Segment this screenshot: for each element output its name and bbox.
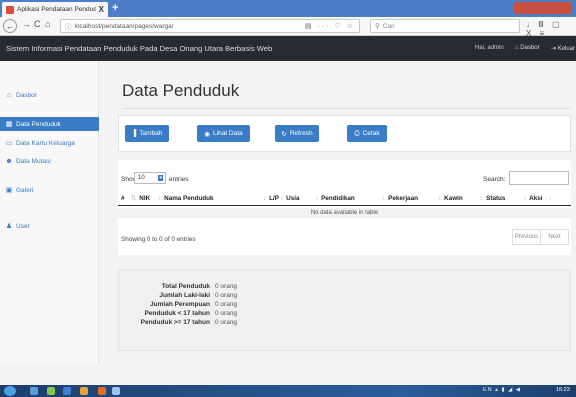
tab-title: Aplikasi Pendataan Penduduk xyxy=(17,6,96,13)
sidebar-item-user[interactable]: ♟ User xyxy=(0,219,99,233)
sort-icon: ↕ xyxy=(280,195,284,202)
refresh-icon: ↻ xyxy=(281,130,287,138)
tab-close-button[interactable]: X xyxy=(99,5,104,14)
eye-icon: ◉ xyxy=(204,130,211,138)
app-title: Sistem Informasi Pendataan Penduduk Pada… xyxy=(6,44,273,53)
app-header: Sistem Informasi Pendataan Penduduk Pada… xyxy=(0,36,576,61)
column-header-no[interactable]: # xyxy=(121,195,125,202)
firefox-icon[interactable] xyxy=(98,387,106,395)
page-size-select[interactable]: 10 ▾ xyxy=(134,172,166,184)
column-header-status[interactable]: ↕ Status xyxy=(480,195,505,202)
app-icon[interactable] xyxy=(63,387,71,395)
table-search-input[interactable] xyxy=(509,171,569,185)
system-tray[interactable]: EN ▴ ▮ ◢ ◀ xyxy=(483,387,521,393)
app-icon[interactable] xyxy=(47,387,55,395)
previous-button[interactable]: Previous xyxy=(513,230,541,244)
entries-label: entries xyxy=(169,176,189,183)
search-placeholder: Cari xyxy=(382,22,395,30)
header-dasbor-link[interactable]: ⌂ Dasbor xyxy=(515,45,540,51)
clock: 16:23 xyxy=(556,387,570,393)
image-icon: ▣ xyxy=(5,187,13,194)
browser-navbar: ← → C ⌂ ⓘ localhost/pendataan/pages/warg… xyxy=(0,17,576,38)
table-empty-row: No data available in table xyxy=(118,208,571,218)
print-icon: ⎙ xyxy=(354,129,360,137)
url-text: localhost/pendataan/pages/warga/ xyxy=(74,22,174,30)
sort-icon: ↕ xyxy=(158,195,162,202)
lihat-data-button[interactable]: ◉ Lihat Data xyxy=(197,125,250,142)
new-tab-button[interactable]: + xyxy=(112,2,118,14)
card-icon: ▭ xyxy=(5,140,13,147)
sidebar xyxy=(0,61,99,364)
page-actions-icon[interactable]: ▤ ··· ♡ ☆ xyxy=(305,22,355,30)
sort-icon: ↕ xyxy=(438,195,442,202)
header-logout-link[interactable]: ⇥ Keluar xyxy=(551,45,575,52)
back-button[interactable]: ← xyxy=(3,19,17,33)
info-icon: ⓘ xyxy=(65,24,72,31)
reload-icon[interactable]: C xyxy=(34,19,41,29)
sidebar-item-data-mutasi[interactable]: ☻ Data Mutasi xyxy=(0,154,99,168)
sort-icon: ↕ xyxy=(480,195,484,202)
column-header-pendidikan[interactable]: ↕ Pendidikan xyxy=(315,195,355,202)
sort-icon: ↕ xyxy=(263,195,267,202)
refresh-button[interactable]: ↻ Refresh xyxy=(275,125,319,142)
toolbar-panel xyxy=(118,115,571,152)
browser-tab[interactable]: Aplikasi Pendataan Penduduk X xyxy=(2,2,108,17)
sort-icon: ↕ xyxy=(548,195,552,202)
window-controls[interactable] xyxy=(514,2,572,14)
sort-icon: ↕ xyxy=(523,195,527,202)
app-icon[interactable] xyxy=(112,387,120,395)
plus-icon: ▐ xyxy=(131,130,137,137)
home-icon: ⌂ xyxy=(6,91,12,99)
tambah-button[interactable]: ▐ Tambah xyxy=(125,125,169,142)
browser-icon[interactable] xyxy=(30,387,38,395)
sidebar-item-data-kartu-keluarga[interactable]: ▭ Data Kartu Keluarga xyxy=(0,136,99,150)
folder-icon[interactable] xyxy=(80,387,88,395)
column-header-pekerjaan[interactable]: ↕ Pekerjaan xyxy=(382,195,418,202)
start-button[interactable] xyxy=(4,386,16,396)
search-label: Search: xyxy=(483,176,506,183)
sort-icon: ↕ xyxy=(382,195,386,202)
logout-icon: ⇥ xyxy=(551,46,558,52)
table-info: Showing 0 to 0 of 0 entries xyxy=(121,236,196,243)
select-arrow-icon: ▾ xyxy=(158,175,163,181)
sidebar-item-dasbor[interactable]: ⌂ Dasbor xyxy=(0,88,99,102)
sort-asc-icon: ⇅ xyxy=(131,195,137,202)
sidebar-item-galeri[interactable]: ▣ Galeri xyxy=(0,183,99,197)
search-icon: ⚲ xyxy=(375,23,380,30)
divider xyxy=(122,108,571,109)
column-header-lp[interactable]: ↕ L/P xyxy=(263,195,279,202)
page-title: Data Penduduk xyxy=(122,81,240,100)
sort-icon: ↕ xyxy=(315,195,319,202)
sidebar-item-data-penduduk[interactable]: ▦ Data Penduduk xyxy=(0,117,99,131)
user-icon: ♟ xyxy=(5,223,13,230)
column-header-usia[interactable]: ↕ Usia xyxy=(280,195,299,202)
column-header-nik[interactable]: ⇅ NIK xyxy=(131,195,150,202)
pagination: Previous Next xyxy=(512,229,569,245)
users-icon: ☻ xyxy=(5,157,13,165)
column-header-nama[interactable]: ↕ Nama Penduduk xyxy=(158,195,214,202)
summary-row: Penduduk >= 17 tahun 0 orang xyxy=(140,319,238,326)
table-icon: ▦ xyxy=(5,121,13,128)
favicon-icon xyxy=(6,5,14,14)
table-header: # ⇅ NIK ↕ Nama Penduduk ↕ L/P ↕ Usia ↕ Pendid… xyxy=(118,192,571,206)
forward-icon[interactable]: → xyxy=(22,19,31,29)
cetak-button[interactable]: ⎙ Cetak xyxy=(347,125,387,142)
browser-search-input[interactable]: ⚲ Cari xyxy=(370,19,520,33)
column-header-kawin[interactable]: ↕ Kawin xyxy=(438,195,463,202)
column-header-aksi[interactable]: ↕ Aksi ↕ xyxy=(523,195,555,202)
user-greeting: Hai, admin xyxy=(475,45,504,51)
next-button[interactable]: Next xyxy=(541,230,568,244)
home-icon[interactable]: ⌂ xyxy=(45,19,50,29)
